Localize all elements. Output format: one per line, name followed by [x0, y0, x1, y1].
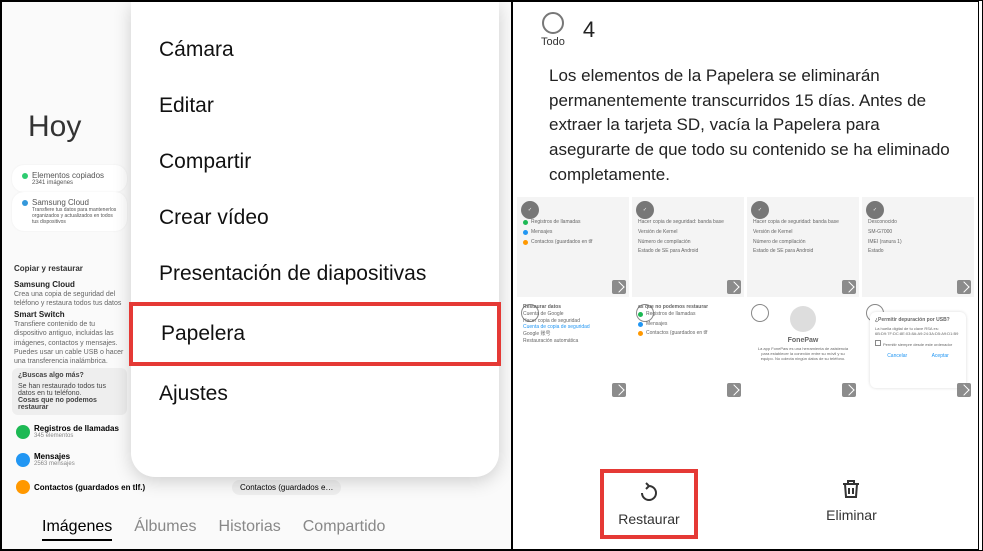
thumb-line: FonePaw [753, 336, 853, 345]
action-bar: Restaurar Eliminar [513, 459, 978, 545]
bg-prompt-q: ¿Buscas algo más? [18, 372, 121, 379]
restore-label: Restaurar [618, 511, 679, 527]
select-all-radio[interactable] [542, 12, 564, 34]
bg-prompt-line: Cosas que no podemos restaurar [18, 397, 121, 411]
thumb-line: Registros de llamadas [531, 219, 580, 226]
thumb-8[interactable]: ¿Permitir depuración por USB? La huella … [862, 300, 974, 400]
thumb-line: Restauración automática [523, 338, 623, 345]
bg-card-title: Elementos copiados [32, 171, 104, 180]
thumb-line: Hacer copia de seguridad: banda base [753, 219, 839, 226]
thumb-line: La huella digital de tu clave RSA es: 6B… [875, 326, 961, 336]
menu-camera[interactable]: Cámara [131, 22, 499, 78]
bg-row-title: Registros de llamadas [34, 424, 119, 433]
thumb-line: Versión de Kernel [753, 229, 792, 236]
thumb-line: Mensajes [646, 321, 667, 328]
thumb-line: Versión de Kernel [638, 229, 677, 236]
tab-shared[interactable]: Compartido [303, 518, 386, 541]
thumb-7[interactable]: FonePaw La app FonePaw es una herramient… [747, 300, 859, 400]
thumb-line: Hacer copia de seguridad [523, 318, 623, 325]
select-all-label: Todo [541, 36, 565, 48]
bg-list-row: Contactos (guardados en tlf.) [16, 480, 145, 494]
selection-count: 4 [583, 17, 595, 43]
menu-trash[interactable]: Papelera [129, 302, 501, 366]
thumb-6[interactable]: as que no podemos restaurar Registros de… [632, 300, 744, 400]
bg-card-sub: Transfiere tus datos para mantenerlos or… [32, 207, 117, 225]
thumb-line: Contactos (guardados en tlf [531, 239, 592, 246]
thumb-3[interactable]: ✓ Hacer copia de seguridad: banda base V… [747, 197, 859, 297]
delete-button[interactable]: Eliminar [812, 469, 891, 539]
delete-label: Eliminar [826, 507, 877, 523]
trash-icon [839, 477, 863, 501]
thumb-line: Mensajes [531, 229, 552, 236]
expand-icon[interactable] [727, 280, 741, 294]
bg-list-row: Mensajes 2563 mensajes [16, 452, 75, 467]
right-screenshot: Todo 4 Los elementos de la Papelera se e… [512, 1, 979, 550]
thumb-4[interactable]: ✓ Desconocido SM-G7000 IMEI (ranura 1) E… [862, 197, 974, 297]
restore-button[interactable]: Restaurar [600, 469, 697, 539]
bg-card-cloud: Samsung Cloud Transfiere tus datos para … [12, 192, 127, 231]
bg-item: Samsung Cloud Crea una copia de segurida… [14, 280, 129, 309]
thumb-2[interactable]: ✓ Hacer copia de seguridad: banda base V… [632, 197, 744, 297]
bg-section: Copiar y restaurar [14, 264, 83, 273]
thumb-line: Hacer copia de seguridad: banda base [638, 219, 724, 226]
menu-edit[interactable]: Editar [131, 78, 499, 134]
expand-icon[interactable] [842, 383, 856, 397]
bg-row-title: Contactos (guardados en tlf.) [34, 483, 145, 492]
left-screenshot: Hoy Elementos copiados 2341 imágenes Sam… [1, 1, 512, 550]
expand-icon[interactable] [612, 280, 626, 294]
bg-row-title: Mensajes [34, 452, 75, 461]
expand-icon[interactable] [957, 280, 971, 294]
page-title: Hoy [28, 110, 81, 144]
bg-row-sub: 345 elementos [34, 433, 119, 439]
expand-icon[interactable] [612, 383, 626, 397]
bg-item-title: Samsung Cloud [14, 280, 129, 290]
thumb-line: Estado de SE para Android [753, 248, 813, 255]
bg-item: Smart Switch Transfiere contenido de tu … [14, 310, 129, 366]
thumb-5[interactable]: Restaurar datos Cuenta de Google Hacer c… [517, 300, 629, 400]
menu-slideshow[interactable]: Presentación de diapositivas [131, 246, 499, 302]
expand-icon[interactable] [842, 280, 856, 294]
restore-icon [637, 481, 661, 505]
bg-card-copied: Elementos copiados 2341 imágenes [12, 165, 127, 192]
thumb-btn-accept: Aceptar [932, 353, 949, 359]
selection-header: Todo 4 [541, 12, 958, 48]
thumb-line: Cuenta de Google [523, 311, 623, 318]
bg-list-row: Registros de llamadas 345 elementos [16, 424, 119, 439]
menu-share[interactable]: Compartir [131, 134, 499, 190]
thumb-line: Google 账号 [523, 331, 623, 338]
bg-chip: Contactos (guardados e… [232, 480, 341, 495]
bg-card-title: Samsung Cloud [32, 198, 89, 207]
menu-create-video[interactable]: Crear vídeo [131, 190, 499, 246]
tab-stories[interactable]: Historias [219, 518, 281, 541]
thumb-line: ¿Permitir depuración por USB? [875, 317, 961, 323]
bg-item-title: Smart Switch [14, 310, 129, 320]
thumb-line: as que no podemos restaurar [638, 304, 738, 311]
thumb-line: Permitir siempre desde este ordenador [883, 342, 952, 347]
thumb-line: Restaurar datos [523, 304, 623, 311]
menu-settings[interactable]: Ajustes [131, 366, 499, 422]
thumb-1[interactable]: ✓ Registros de llamadas Mensajes Contact… [517, 197, 629, 297]
bg-prompt-line: Se han restaurado todos tus datos en tu … [18, 383, 121, 397]
thumb-line: Registros de llamadas [646, 311, 695, 318]
bg-item-sub: Transfiere contenido de tu dispositivo a… [14, 321, 123, 364]
expand-icon[interactable] [957, 383, 971, 397]
thumb-btn-cancel: Cancelar [887, 353, 907, 359]
thumb-line: Estado de SE para Android [638, 248, 698, 255]
thumb-line: La app FonePaw es una herramienta de asi… [753, 346, 853, 362]
expand-icon[interactable] [727, 383, 741, 397]
bg-prompt: ¿Buscas algo más? Se han restaurado todo… [12, 368, 127, 415]
bottom-tabs: Imágenes Álbumes Historias Compartido [2, 518, 511, 541]
thumb-line: Número de compilación [753, 239, 806, 246]
bg-row-sub: 2563 mensajes [34, 461, 75, 467]
bg-item-sub: Crea una copia de seguridad del teléfono… [14, 291, 121, 307]
trash-notice: Los elementos de la Papelera se eliminar… [549, 64, 950, 187]
options-menu: Cámara Editar Compartir Crear vídeo Pres… [131, 2, 499, 477]
thumbnail-grid: ✓ Registros de llamadas Mensajes Contact… [513, 197, 978, 400]
tab-images[interactable]: Imágenes [42, 518, 112, 541]
thumb-line: Contactos (guardados en tlf [646, 330, 707, 337]
tab-albums[interactable]: Álbumes [134, 518, 196, 541]
bg-card-sub: 2341 imágenes [32, 180, 117, 186]
thumb-line: Número de compilación [638, 239, 691, 246]
